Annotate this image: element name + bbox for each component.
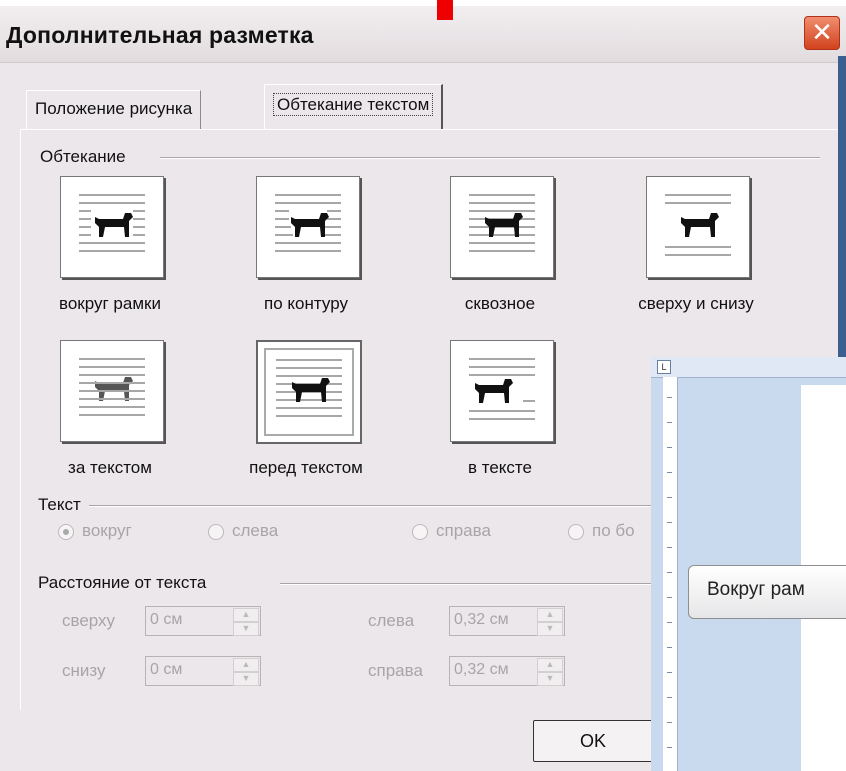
radio-label: справа: [436, 521, 491, 540]
spin-up-icon[interactable]: ▲: [233, 608, 259, 622]
distance-top-label: сверху: [62, 611, 116, 630]
distance-bottom-label: снизу: [62, 661, 106, 680]
group-divider: [280, 583, 660, 585]
field-value: 0,32 см: [454, 661, 509, 678]
distance-bottom-field[interactable]: 0 см ▲ ▼: [145, 656, 261, 686]
distance-left-field[interactable]: 0,32 см ▲ ▼: [449, 606, 565, 636]
close-button[interactable]: ✕: [804, 16, 840, 50]
through-wrap-icon: [450, 176, 554, 278]
spin-down-icon[interactable]: ▼: [537, 622, 563, 636]
wrap-option-label: за текстом: [68, 458, 152, 477]
top-bottom-wrap-icon: [646, 176, 750, 278]
spinner[interactable]: ▲ ▼: [233, 658, 259, 686]
tab-text-wrapping[interactable]: Обтекание текстом: [264, 84, 444, 130]
wrapping-group-label: Обтекание: [40, 147, 134, 167]
behind-text-icon: [60, 340, 164, 442]
spinner[interactable]: ▲ ▼: [537, 658, 563, 686]
inline-text-icon: [450, 340, 554, 442]
title-bar[interactable]: Дополнительная разметка ✕: [0, 6, 846, 63]
wrap-option-label: в тексте: [468, 458, 532, 477]
radio-label: по бо: [592, 521, 635, 540]
spin-down-icon[interactable]: ▼: [233, 672, 259, 686]
spin-up-icon[interactable]: ▲: [233, 658, 259, 672]
radio-circle: [208, 524, 224, 540]
tab-picture-position[interactable]: Положение рисунка: [26, 90, 202, 130]
wrap-option-label: сверху и снизу: [638, 294, 754, 313]
horizontal-ruler: L: [651, 357, 846, 378]
spin-down-icon[interactable]: ▼: [233, 622, 259, 636]
close-icon: ✕: [811, 17, 833, 47]
spin-up-icon[interactable]: ▲: [537, 658, 563, 672]
radio-circle: [58, 524, 74, 540]
distance-right-field[interactable]: 0,32 см ▲ ▼: [449, 656, 565, 686]
dialog-title: Дополнительная разметка: [6, 22, 314, 48]
tab-selector-icon[interactable]: L: [657, 360, 671, 374]
radio-label: вокруг: [82, 521, 132, 540]
wrap-option-label: сквозное: [464, 294, 536, 313]
wrap-tooltip: Вокруг рам: [688, 565, 846, 619]
square-wrap-icon: [60, 176, 164, 278]
distance-top-field[interactable]: 0 см ▲ ▼: [145, 606, 261, 636]
wrap-option-label: перед текстом: [249, 458, 363, 477]
spinner[interactable]: ▲ ▼: [537, 608, 563, 636]
radio-label: слева: [232, 521, 279, 540]
tab-label: Обтекание текстом: [273, 93, 434, 116]
text-side-radio-group: вокруг слева справа по бо: [58, 521, 658, 547]
wrap-option-label: вокруг рамки: [59, 294, 161, 313]
text-group-label: Текст: [38, 495, 89, 515]
wrap-option-label: по контуру: [264, 294, 348, 313]
group-divider: [80, 505, 660, 507]
radio-circle: [412, 524, 428, 540]
distance-group-label: Расстояние от текста: [38, 573, 215, 593]
red-marker: [437, 0, 453, 20]
vertical-ruler: [663, 377, 678, 771]
group-divider: [160, 157, 820, 159]
distance-right-label: справа: [368, 661, 423, 680]
field-value: 0,32 см: [454, 611, 509, 628]
spin-up-icon[interactable]: ▲: [537, 608, 563, 622]
in-front-of-text-icon: [256, 340, 362, 444]
spin-down-icon[interactable]: ▼: [537, 672, 563, 686]
field-value: 0 см: [150, 611, 183, 628]
spinner[interactable]: ▲ ▼: [233, 608, 259, 636]
word-document-inset: L: [651, 357, 846, 771]
ok-button[interactable]: OK: [533, 720, 653, 762]
field-value: 0 см: [150, 661, 183, 678]
tight-wrap-icon: [256, 176, 360, 278]
distance-left-label: слева: [368, 611, 415, 630]
radio-circle: [568, 524, 584, 540]
tab-label: Положение рисунка: [35, 99, 193, 118]
